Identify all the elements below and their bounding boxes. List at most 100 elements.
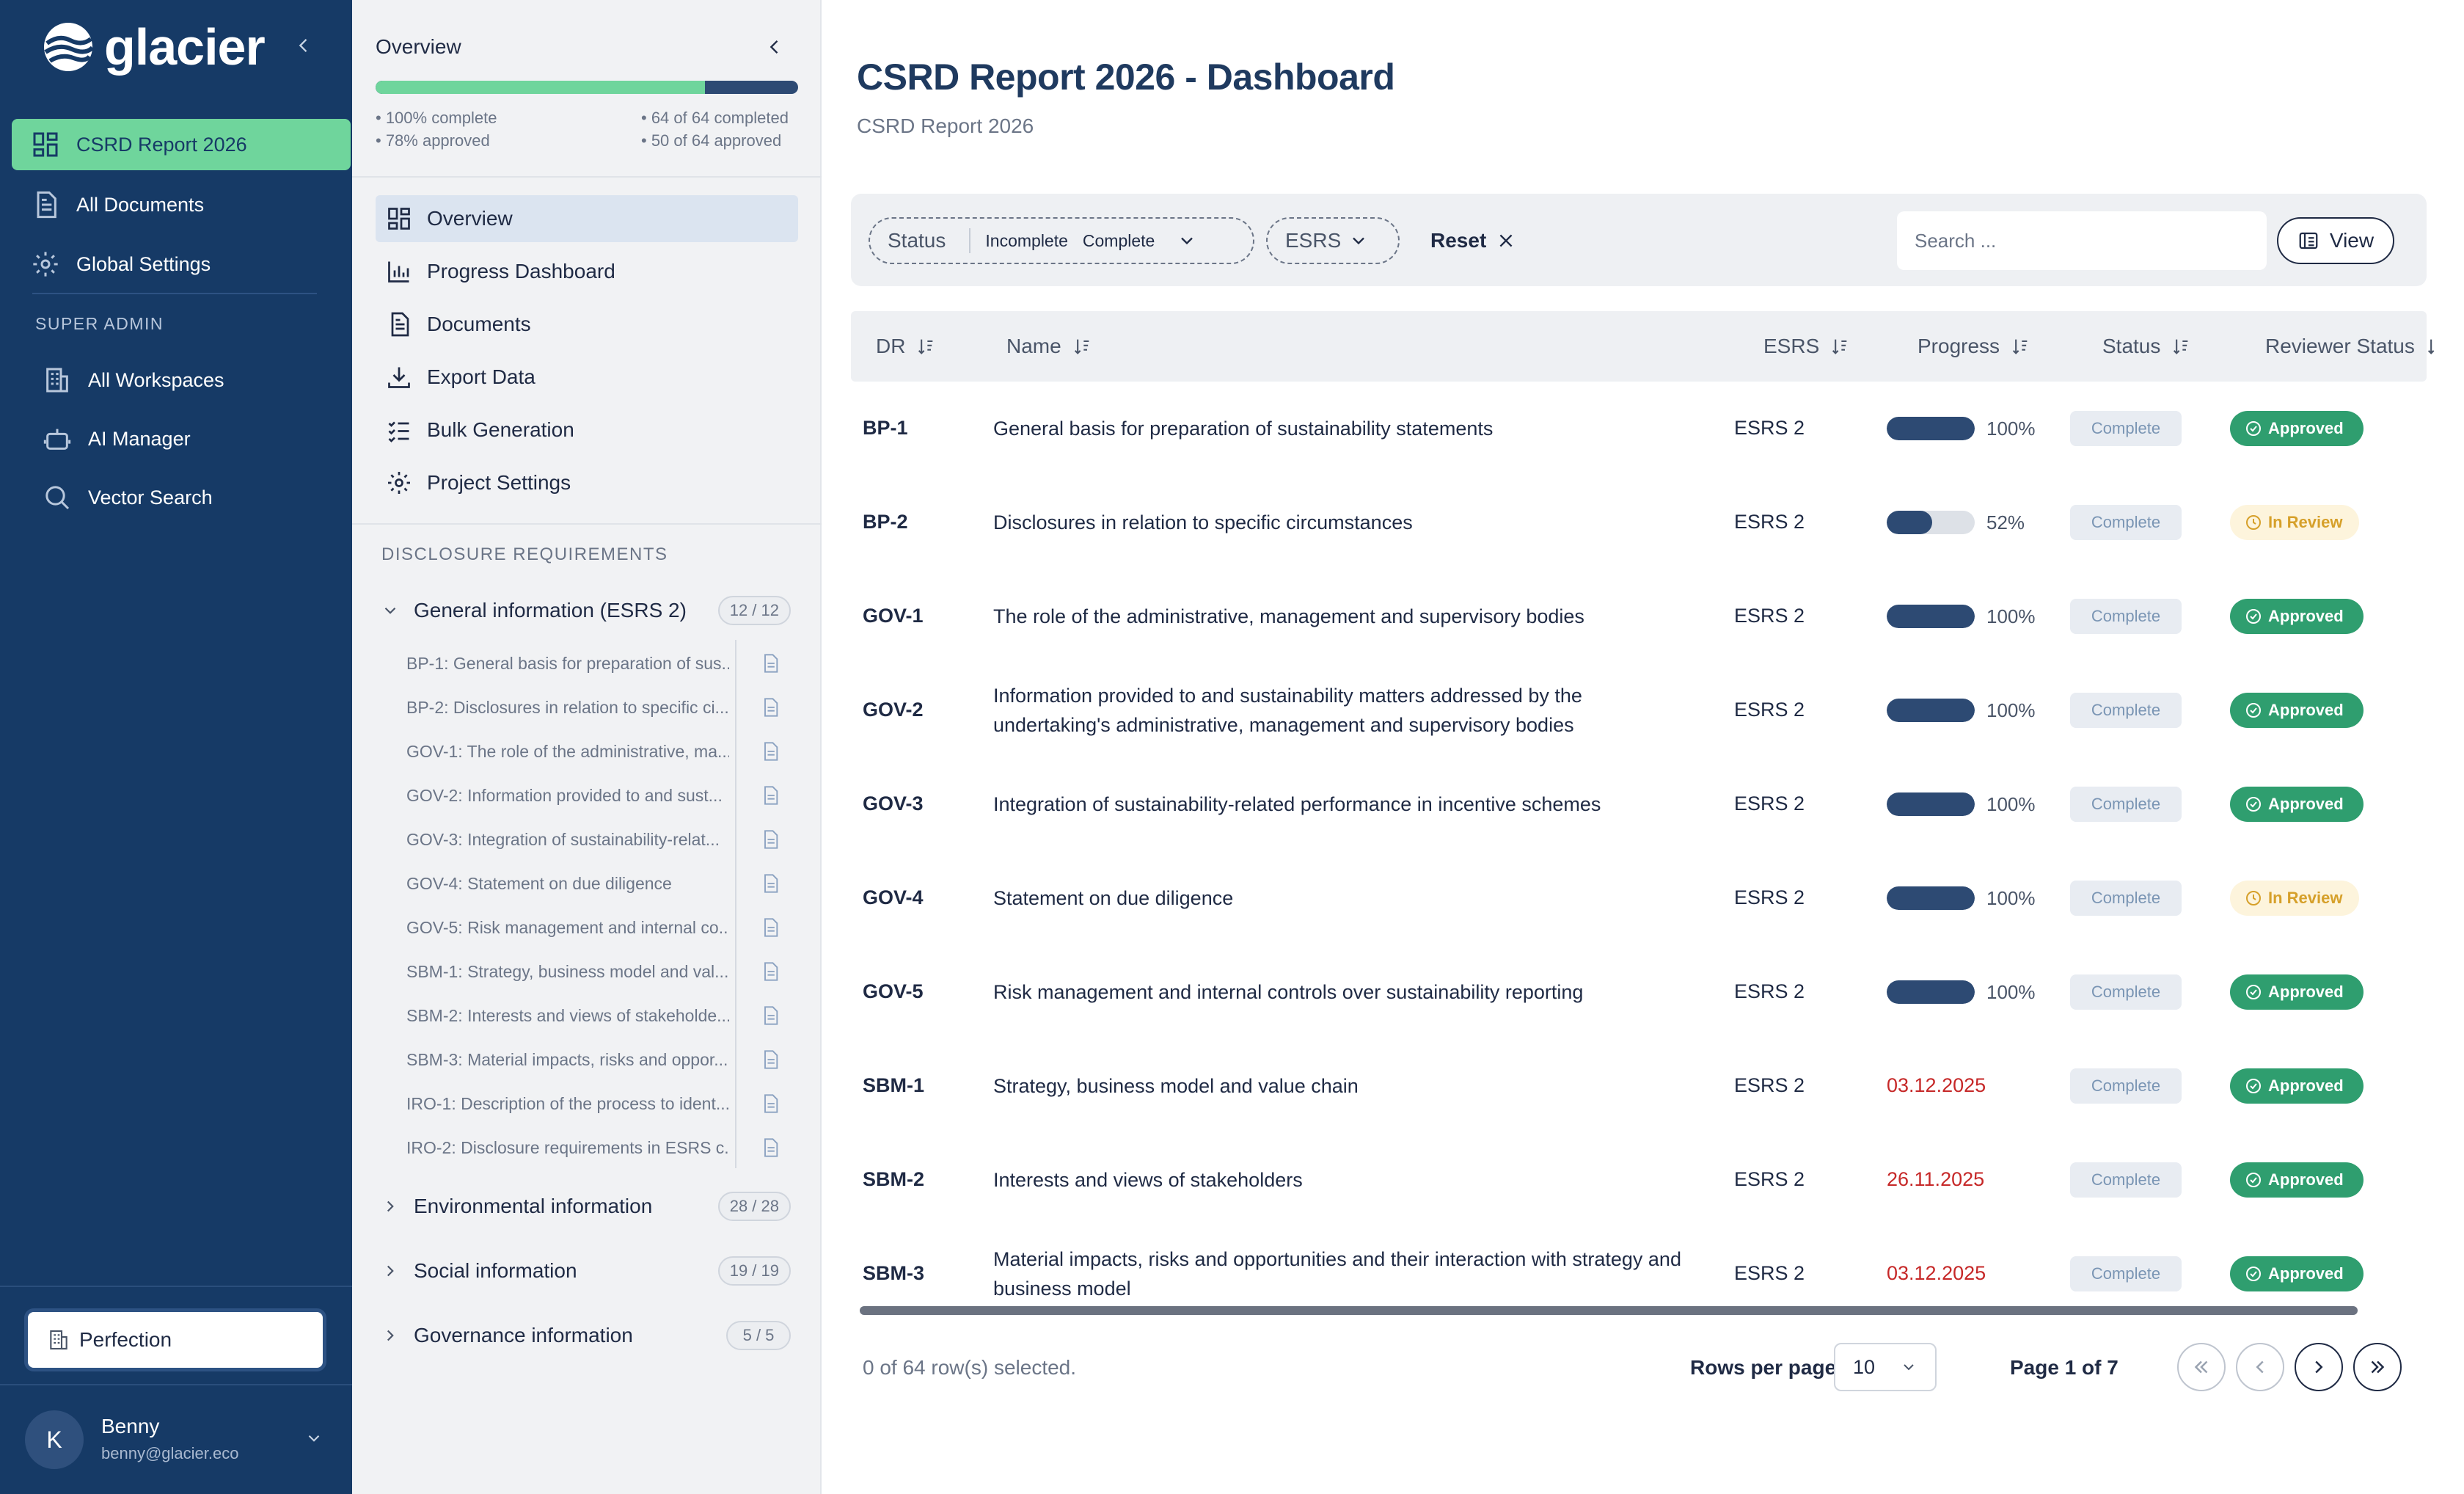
cell-esrs: ESRS 2: [1734, 980, 1805, 1002]
group-count-badge: 12 / 12: [717, 596, 791, 625]
reviewer-status-badge[interactable]: Approved: [2230, 411, 2364, 446]
reviewer-status-badge[interactable]: Approved: [2230, 1162, 2364, 1198]
progress-percent: 100%: [1986, 699, 2036, 721]
cell-name[interactable]: Information provided to and sustainabili…: [993, 681, 1705, 740]
progress-bar-fill: [1887, 980, 1975, 1004]
document-tree-item[interactable]: GOV-1: The role of the administrative, m…: [406, 737, 788, 766]
collapse-panel-button[interactable]: [760, 32, 789, 62]
document-tree-item[interactable]: IRO-1: Description of the process to ide…: [406, 1089, 788, 1118]
collapse-sidebar-button[interactable]: [290, 32, 317, 59]
cell-dr[interactable]: GOV-5: [863, 980, 924, 1003]
cell-dr[interactable]: SBM-3: [863, 1262, 924, 1285]
cell-name[interactable]: Disclosures in relation to specific circ…: [993, 508, 1705, 537]
esrs-filter-button[interactable]: ESRS: [1266, 217, 1400, 264]
reviewer-status-badge[interactable]: In Review: [2230, 881, 2359, 916]
cell-name[interactable]: The role of the administrative, manageme…: [993, 602, 1705, 631]
reviewer-status-badge[interactable]: Approved: [2230, 787, 2364, 822]
document-tree-item[interactable]: GOV-4: Statement on due diligence: [406, 869, 788, 898]
document-tree-label: GOV-3: Integration of sustainability-rel…: [406, 829, 720, 849]
workspace-switcher[interactable]: Perfection: [28, 1312, 323, 1368]
user-menu-button[interactable]: [301, 1425, 327, 1451]
view-options-button[interactable]: View: [2277, 217, 2394, 264]
cell-name[interactable]: Risk management and internal controls ov…: [993, 977, 1705, 1007]
column-header-reviewer-status[interactable]: Reviewer Status: [2265, 311, 2446, 382]
group-governance-information[interactable]: Governance information 5 / 5: [376, 1315, 798, 1356]
document-tree-item[interactable]: BP-2: Disclosures in relation to specifi…: [406, 693, 788, 722]
cell-dr[interactable]: BP-1: [863, 417, 908, 440]
reviewer-status-badge[interactable]: Approved: [2230, 693, 2364, 728]
status-badge: Complete: [2070, 1068, 2182, 1104]
cell-dr[interactable]: BP-2: [863, 511, 908, 533]
cell-dr[interactable]: GOV-2: [863, 699, 924, 721]
reviewer-status-label: Approved: [2268, 983, 2344, 1001]
group-social-information[interactable]: Social information 19 / 19: [376, 1250, 798, 1291]
cell-dr[interactable]: GOV-1: [863, 605, 924, 627]
menu-item-export-data[interactable]: Export Data: [376, 354, 798, 401]
reviewer-status-badge[interactable]: In Review: [2230, 505, 2359, 540]
next-page-button[interactable]: [2295, 1343, 2343, 1391]
menu-item-overview[interactable]: Overview: [376, 195, 798, 242]
last-page-button[interactable]: [2353, 1343, 2402, 1391]
menu-item-bulk-generation[interactable]: Bulk Generation: [376, 407, 798, 453]
cell-dr[interactable]: SBM-2: [863, 1168, 924, 1191]
document-tree-item[interactable]: SBM-3: Material impacts, risks and oppor…: [406, 1045, 788, 1074]
menu-item-progress-dashboard[interactable]: Progress Dashboard: [376, 248, 798, 295]
glacier-logo-icon: [44, 23, 94, 71]
cell-dr[interactable]: SBM-1: [863, 1074, 924, 1097]
group-environmental-information[interactable]: Environmental information 28 / 28: [376, 1186, 798, 1227]
menu-item-documents[interactable]: Documents: [376, 301, 798, 348]
document-tree-item[interactable]: SBM-2: Interests and views of stakeholde…: [406, 1001, 788, 1030]
column-header-dr[interactable]: DR: [876, 311, 936, 382]
reviewer-status-badge[interactable]: Approved: [2230, 1068, 2364, 1104]
group-general-information[interactable]: General information (ESRS 2) 12 / 12: [376, 590, 798, 631]
cell-dr[interactable]: GOV-4: [863, 886, 924, 909]
selected-row-count: 0 of 64 row(s) selected.: [863, 1356, 1077, 1379]
document-tree-item[interactable]: GOV-2: Information provided to and sust.…: [406, 781, 788, 810]
document-tree-item[interactable]: GOV-3: Integration of sustainability-rel…: [406, 825, 788, 854]
document-tree-item[interactable]: SBM-1: Strategy, business model and val.…: [406, 957, 788, 986]
menu-item-project-settings[interactable]: Project Settings: [376, 459, 798, 506]
document-tree-item[interactable]: BP-1: General basis for preparation of s…: [406, 649, 788, 678]
progress-bar: [1887, 605, 1975, 628]
reviewer-status-badge[interactable]: Approved: [2230, 1256, 2364, 1291]
column-header-name[interactable]: Name: [1006, 311, 1092, 382]
cell-name[interactable]: Strategy, business model and value chain: [993, 1071, 1705, 1101]
building-icon: [46, 368, 68, 393]
column-header-status[interactable]: Status: [2102, 311, 2191, 382]
sidebar-item-all-documents[interactable]: All Documents: [12, 179, 351, 230]
cell-name[interactable]: General basis for preparation of sustain…: [993, 414, 1705, 443]
cell-name[interactable]: Material impacts, risks and opportunitie…: [993, 1245, 1705, 1303]
previous-page-button[interactable]: [2236, 1343, 2284, 1391]
search-input[interactable]: [1897, 211, 2267, 270]
cell-name[interactable]: Interests and views of stakeholders: [993, 1165, 1705, 1195]
document-icon: [764, 1050, 778, 1069]
sidebar-item-vector-search[interactable]: Vector Search: [23, 472, 351, 523]
column-header-progress[interactable]: Progress: [1918, 311, 2030, 382]
reset-filters-button[interactable]: Reset: [1430, 217, 1516, 264]
document-tree-item[interactable]: GOV-5: Risk management and internal co..…: [406, 913, 788, 942]
document-tree-item[interactable]: IRO-2: Disclosure requirements in ESRS c…: [406, 1133, 788, 1162]
rows-per-page-select[interactable]: 10: [1834, 1343, 1937, 1391]
sidebar-item-csrd-report[interactable]: CSRD Report 2026: [12, 119, 351, 170]
horizontal-scrollbar[interactable]: [860, 1306, 2358, 1315]
progress-bar-fill: [1887, 605, 1975, 628]
main-sidebar: glacier CSRD Report 2026 All Documents G…: [0, 0, 352, 1494]
sidebar-item-ai-manager[interactable]: AI Manager: [23, 413, 351, 464]
first-page-button[interactable]: [2177, 1343, 2226, 1391]
chevron-right-icon: [376, 1192, 405, 1221]
cell-name[interactable]: Integration of sustainability-related pe…: [993, 790, 1705, 819]
reviewer-status-badge[interactable]: Approved: [2230, 599, 2364, 634]
sidebar-item-global-settings[interactable]: Global Settings: [12, 238, 351, 290]
percent-complete: • 100% complete: [376, 109, 497, 127]
status-filter-button[interactable]: Status Incomplete Complete: [869, 217, 1254, 264]
avatar[interactable]: K: [25, 1410, 84, 1469]
progress-bar-fill: [1887, 417, 1975, 440]
filter-separator: [969, 228, 971, 253]
reviewer-status-badge[interactable]: Approved: [2230, 974, 2364, 1010]
checklist-icon: [388, 421, 409, 442]
column-header-esrs[interactable]: ESRS: [1763, 311, 1850, 382]
cell-dr[interactable]: GOV-3: [863, 792, 924, 815]
sidebar-item-all-workspaces[interactable]: All Workspaces: [23, 354, 351, 406]
panel-divider: [352, 523, 822, 525]
cell-name[interactable]: Statement on due diligence: [993, 883, 1705, 913]
